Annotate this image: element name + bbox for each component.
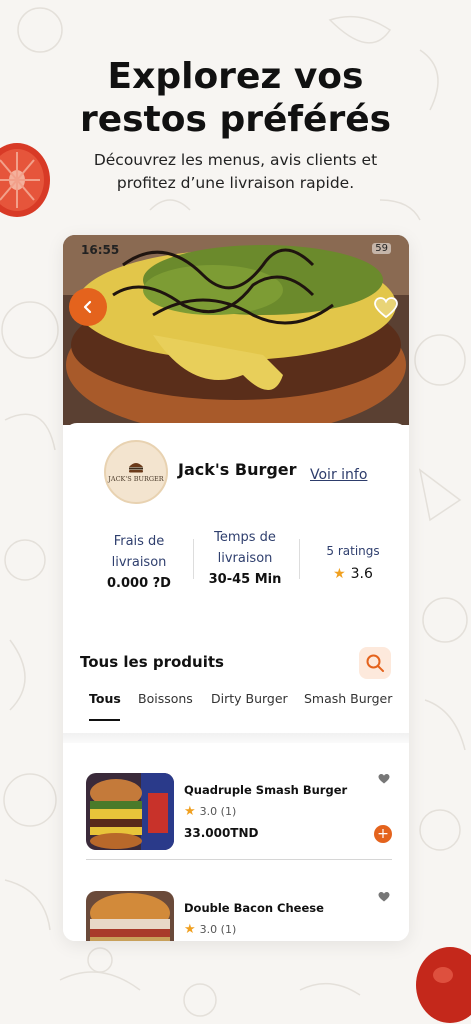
heart-icon — [374, 297, 398, 319]
tab-tous[interactable]: Tous — [89, 691, 121, 706]
ratings-stat[interactable]: 5 ratings ★ 3.6 — [303, 541, 403, 582]
headline-line-1: Explorez vos — [107, 56, 364, 97]
delivery-fee-label-2: livraison — [111, 555, 167, 570]
status-battery: 59 — [372, 243, 391, 254]
status-time: 16:55 — [81, 243, 120, 257]
product-image — [86, 773, 174, 850]
plus-icon: + — [377, 826, 389, 842]
restaurant-name: Jack's Burger — [178, 460, 297, 479]
star-icon: ★ — [333, 566, 346, 582]
favorite-button[interactable] — [373, 295, 399, 321]
restaurant-logo: JACK'S BURGER — [104, 440, 168, 504]
delivery-time-stat: Temps de livraison 30-45 Min — [195, 527, 295, 587]
product-divider — [86, 859, 392, 860]
product-rating: ★ 3.0 (1) — [184, 804, 236, 819]
back-button[interactable] — [69, 288, 107, 326]
phone-screenshot: 16:55 59 JACK'S BURGER Jack's Burger Voi… — [63, 235, 409, 941]
product-rating-count: (1) — [220, 805, 237, 818]
ratings-value: 3.6 — [350, 566, 373, 582]
product-name: Quadruple Smash Burger — [184, 783, 348, 797]
headline-line-2: restos préférés — [79, 99, 392, 140]
section-divider — [63, 733, 409, 743]
product-item[interactable]: Quadruple Smash Burger ★ 3.0 (1) 33.000TN… — [63, 773, 409, 873]
delivery-fee-value: 0.000 ?D — [107, 576, 171, 591]
product-rating-value: 3.0 — [199, 923, 218, 936]
restaurant-stats: Frais de livraison 0.000 ?D Temps de liv… — [63, 527, 409, 607]
tab-boissons[interactable]: Boissons — [138, 691, 193, 706]
tomato-decoration — [416, 947, 471, 1023]
star-icon: ★ — [184, 804, 196, 819]
logo-text: JACK'S BURGER — [108, 475, 164, 483]
category-tabs: Tous Boissons Dirty Burger Smash Burger — [63, 691, 409, 727]
heart-icon[interactable] — [378, 773, 390, 785]
ratings-count: 5 ratings — [326, 544, 380, 558]
ratings-value-row: ★ 3.6 — [303, 566, 403, 582]
subheadline-line-2: profitez d’une livraison rapide. — [116, 174, 355, 192]
restaurant-card: JACK'S BURGER Jack's Burger Voir info Fr… — [63, 423, 409, 941]
search-icon — [366, 654, 384, 672]
product-name: Double Bacon Cheese — [184, 901, 324, 915]
tab-dirty-burger[interactable]: Dirty Burger — [211, 691, 288, 706]
back-arrow-icon — [83, 300, 92, 314]
burger-logo-icon — [129, 463, 143, 473]
burger-hero-image — [63, 235, 409, 425]
product-rating-value: 3.0 — [199, 805, 218, 818]
stats-divider — [193, 539, 194, 579]
delivery-time-label-1: Temps de — [214, 530, 276, 545]
subheadline-line-1: Découvrez les menus, avis clients et — [93, 151, 378, 169]
headline: Explorez vos restos préférés — [0, 55, 471, 141]
search-button[interactable] — [359, 647, 391, 679]
tab-smash-burger[interactable]: Smash Burger — [304, 691, 392, 706]
product-item[interactable]: Double Bacon Cheese ★ 3.0 (1) — [63, 891, 409, 941]
active-tab-indicator — [89, 719, 120, 721]
products-title: Tous les produits — [80, 653, 224, 671]
add-to-cart-button[interactable]: + — [374, 825, 392, 843]
delivery-fee-stat: Frais de livraison 0.000 ?D — [85, 531, 193, 591]
product-price: 33.000TND — [184, 826, 259, 840]
stats-divider — [299, 539, 300, 579]
product-rating: ★ 3.0 (1) — [184, 922, 236, 937]
delivery-time-value: 30-45 Min — [208, 572, 282, 587]
product-image — [86, 891, 174, 941]
delivery-fee-label-1: Frais de — [113, 534, 165, 549]
voir-info-link[interactable]: Voir info — [310, 467, 367, 483]
delivery-time-label-2: livraison — [217, 551, 273, 566]
product-rating-count: (1) — [220, 923, 237, 936]
subheadline: Découvrez les menus, avis clients et pro… — [0, 149, 471, 195]
star-icon: ★ — [184, 922, 196, 937]
heart-icon[interactable] — [378, 891, 390, 903]
